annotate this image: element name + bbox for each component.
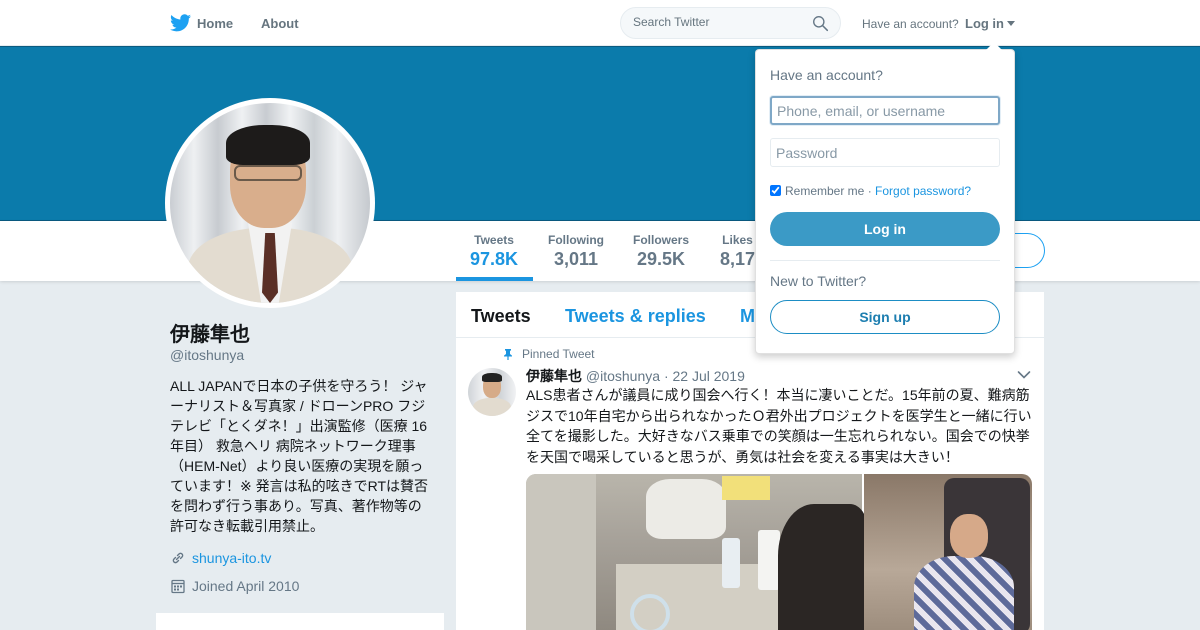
stat-followers[interactable]: Followers 29.5K — [633, 233, 689, 270]
profile-website: shunya-ito.tv — [170, 550, 271, 566]
photo-face — [950, 514, 988, 558]
avatar-photo — [170, 103, 370, 303]
link-icon — [172, 552, 184, 564]
login-button[interactable]: Log in — [770, 212, 1000, 246]
pinned-tweet-text: Pinned Tweet — [522, 347, 595, 361]
search-input[interactable] — [633, 15, 803, 29]
stat-followers-label: Followers — [633, 233, 690, 247]
avatar-hair — [226, 125, 310, 165]
photo-bag — [646, 479, 726, 539]
stat-followers-value: 29.5K — [636, 249, 686, 269]
tweet-photo-room[interactable] — [526, 474, 868, 630]
have-account-text: Have an account? — [862, 17, 959, 31]
login-dropdown: Have an account? Remember me · Forgot pa… — [755, 42, 1015, 354]
avatar-glasses — [234, 165, 302, 181]
search-icon[interactable] — [812, 15, 829, 32]
caret-down-icon — [1007, 21, 1015, 26]
top-navigation-bar: Home About Have an account? Log in — [0, 0, 1200, 46]
profile-name[interactable]: 伊藤隼也 — [170, 318, 250, 347]
new-to-twitter-text: New to Twitter? — [770, 273, 867, 289]
tweet-media[interactable] — [526, 474, 1032, 630]
password-field[interactable] — [770, 138, 1000, 167]
profile-joined: Joined April 2010 — [170, 578, 299, 594]
profile-handle[interactable]: @itoshunya — [170, 347, 244, 363]
profile-avatar[interactable] — [165, 98, 375, 308]
remember-me-label[interactable]: Remember me — [785, 184, 864, 198]
profile-joined-text: Joined April 2010 — [192, 578, 300, 594]
tweet-date[interactable]: · 22 Jul 2019 — [664, 368, 745, 384]
login-dropdown-title: Have an account? — [770, 67, 883, 83]
tweet-text: ALS患者さんが議員に成り国会へ行く！本当に凄いことだ。15年前の夏、難病筋ジス… — [526, 387, 1032, 465]
tab-media[interactable]: M — [740, 306, 755, 327]
username-field[interactable] — [770, 96, 1000, 125]
tweet-author-name[interactable]: 伊藤隼也 — [526, 368, 582, 384]
profile-website-link[interactable]: shunya-ito.tv — [192, 550, 271, 566]
stat-following-value: 3,011 — [553, 249, 599, 269]
dropdown-caret — [986, 42, 1002, 50]
photo-tube — [630, 594, 670, 630]
photo-robe — [914, 556, 1014, 630]
search-box — [620, 7, 841, 39]
calendar-icon — [171, 579, 185, 594]
stat-following-label: Following — [548, 233, 604, 247]
remember-me-checkbox[interactable] — [770, 185, 781, 196]
stat-likes-label: Likes — [722, 233, 753, 247]
tweet-avatar-suit — [473, 398, 511, 416]
photo-bottle — [722, 538, 740, 588]
remember-separator: · — [867, 184, 872, 198]
tab-tweets-replies[interactable]: Tweets & replies — [565, 306, 706, 327]
profile-bio: ALL JAPANで日本の子供を守ろう！ ジャーナリスト＆写真家 / ドローンP… — [170, 378, 429, 534]
login-link-label[interactable]: Log in — [965, 16, 1004, 31]
stat-likes-value: 8,17 — [720, 249, 756, 269]
signup-button[interactable]: Sign up — [770, 300, 1000, 334]
tweet-header: 伊藤隼也 @itoshunya · 22 Jul 2019 — [526, 366, 745, 386]
active-stat-underline — [456, 277, 533, 281]
nav-home-link[interactable]: Home — [197, 16, 233, 31]
tweet-avatar-hair — [482, 373, 502, 382]
pinned-tweet-label: Pinned Tweet — [502, 347, 595, 361]
chevron-down-icon[interactable] — [1017, 370, 1031, 380]
login-dropdown-toggle[interactable]: Log in — [965, 16, 1015, 31]
tweet-author-handle[interactable]: @itoshunya — [586, 368, 660, 384]
stat-likes[interactable]: Likes 8,17 — [720, 233, 755, 270]
photo-wall — [526, 474, 596, 630]
stat-following[interactable]: Following 3,011 — [548, 233, 604, 270]
tweet-avatar[interactable] — [468, 368, 516, 416]
twitter-bird-icon[interactable] — [170, 14, 191, 32]
photo-bottle-2 — [758, 530, 780, 590]
pin-icon — [504, 349, 512, 360]
nav-about-link[interactable]: About — [261, 16, 299, 31]
sidebar-card — [156, 613, 444, 630]
stat-tweets-label: Tweets — [474, 233, 514, 247]
remember-me-row: Remember me · Forgot password? — [770, 184, 971, 198]
stat-tweets[interactable]: Tweets 97.8K — [470, 233, 518, 270]
photo-person — [778, 504, 868, 630]
tweet-photo-patient[interactable] — [864, 474, 1032, 630]
forgot-password-link[interactable]: Forgot password? — [875, 184, 971, 198]
tab-tweets[interactable]: Tweets — [471, 306, 531, 327]
dropdown-divider — [770, 260, 1000, 261]
stat-tweets-value: 97.8K — [470, 249, 519, 269]
photo-sign — [722, 476, 770, 500]
